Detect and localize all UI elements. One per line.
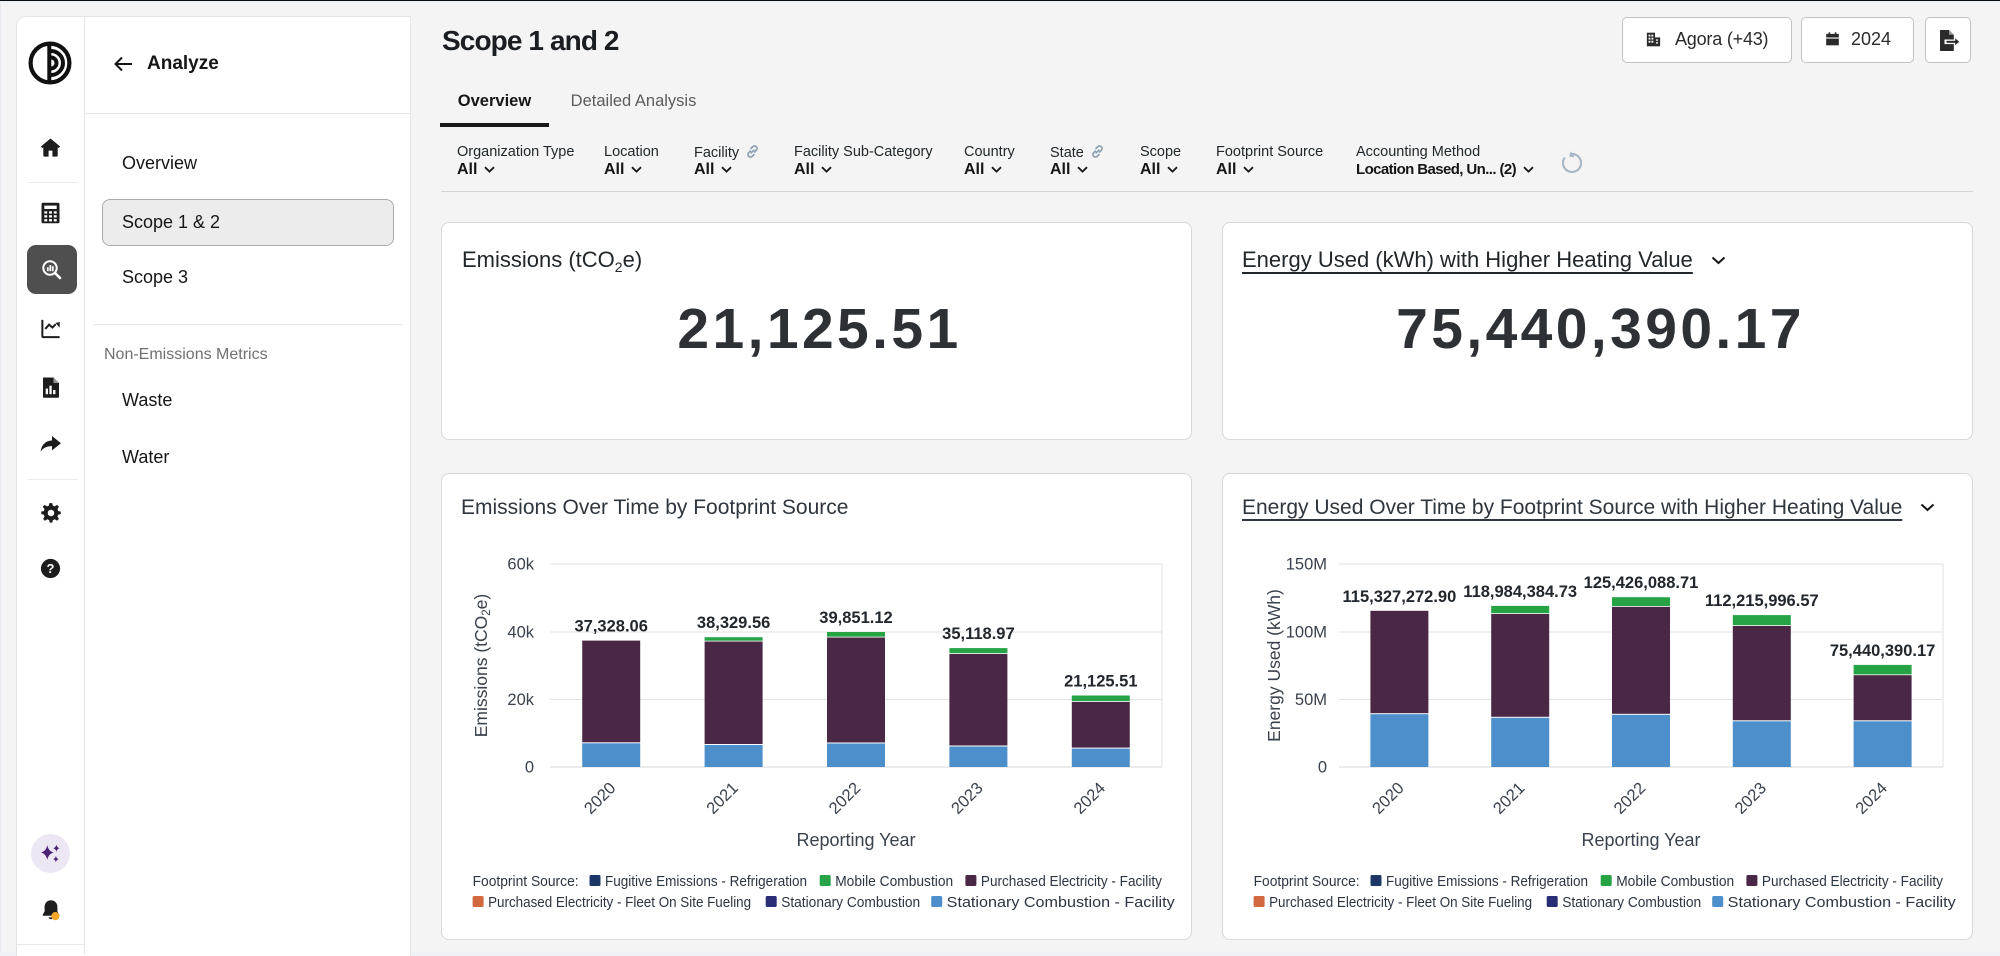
svg-text:Reporting Year: Reporting Year — [796, 830, 915, 850]
svg-text:Stationary Combustion - Facili: Stationary Combustion - Facility — [947, 894, 1176, 911]
svg-text:Emissions (tCO2e): Emissions (tCO2e) — [471, 594, 493, 738]
svg-text:100M: 100M — [1286, 624, 1327, 642]
svg-text:20k: 20k — [507, 691, 534, 709]
svg-text:112,215,996.57: 112,215,996.57 — [1705, 592, 1819, 610]
svg-text:Mobile Combustion: Mobile Combustion — [835, 873, 953, 890]
svg-text:0: 0 — [525, 759, 534, 777]
svg-text:Footprint Source:: Footprint Source: — [1254, 873, 1360, 890]
svg-text:37,328.06: 37,328.06 — [574, 618, 647, 636]
svg-text:75,440,390.17: 75,440,390.17 — [1830, 642, 1936, 660]
svg-text:50M: 50M — [1295, 691, 1327, 709]
svg-text:39,851.12: 39,851.12 — [819, 609, 892, 627]
svg-text:Mobile Combustion: Mobile Combustion — [1616, 873, 1734, 890]
svg-text:115,327,272.90: 115,327,272.90 — [1343, 588, 1457, 606]
svg-text:Purchased Electricity - Fleet: Purchased Electricity - Fleet On Site Fu… — [488, 894, 751, 911]
svg-text:2021: 2021 — [1490, 779, 1529, 818]
svg-text:21,125.51: 21,125.51 — [1064, 673, 1137, 691]
svg-text:2024: 2024 — [1852, 779, 1891, 818]
svg-text:38,329.56: 38,329.56 — [697, 614, 770, 632]
svg-text:35,118.97: 35,118.97 — [942, 625, 1015, 643]
svg-text:Energy Used (kWh): Energy Used (kWh) — [1264, 589, 1284, 742]
svg-text:?: ? — [47, 561, 55, 576]
svg-text:Stationary Combustion: Stationary Combustion — [781, 894, 920, 911]
svg-text:Stationary Combustion - Facili: Stationary Combustion - Facility — [1728, 894, 1957, 911]
svg-text:Purchased Electricity - Facili: Purchased Electricity - Facility — [1762, 873, 1943, 890]
svg-text:Reporting Year: Reporting Year — [1581, 830, 1700, 850]
svg-text:Fugitive Emissions - Refrigera: Fugitive Emissions - Refrigeration — [605, 873, 807, 890]
svg-text:Footprint Source:: Footprint Source: — [473, 873, 579, 890]
svg-text:2024: 2024 — [1070, 779, 1109, 818]
svg-text:0: 0 — [1318, 759, 1327, 777]
svg-text:Purchased Electricity - Facili: Purchased Electricity - Facility — [981, 873, 1162, 890]
svg-text:40k: 40k — [507, 624, 534, 642]
svg-text:150M: 150M — [1286, 556, 1327, 574]
svg-text:2023: 2023 — [1731, 779, 1770, 818]
svg-text:Purchased Electricity - Fleet: Purchased Electricity - Fleet On Site Fu… — [1269, 894, 1532, 911]
svg-text:2022: 2022 — [826, 779, 865, 818]
svg-text:118,984,384.73: 118,984,384.73 — [1463, 583, 1577, 601]
svg-text:125,426,088.71: 125,426,088.71 — [1584, 574, 1699, 592]
svg-text:2022: 2022 — [1611, 779, 1650, 818]
svg-text:2020: 2020 — [1369, 779, 1408, 818]
svg-text:Stationary Combustion: Stationary Combustion — [1562, 894, 1701, 911]
svg-text:2023: 2023 — [948, 779, 987, 818]
svg-text:2020: 2020 — [581, 779, 620, 818]
svg-text:60k: 60k — [507, 556, 534, 574]
svg-text:Fugitive Emissions - Refrigera: Fugitive Emissions - Refrigeration — [1386, 873, 1588, 890]
svg-text:2021: 2021 — [703, 779, 742, 818]
